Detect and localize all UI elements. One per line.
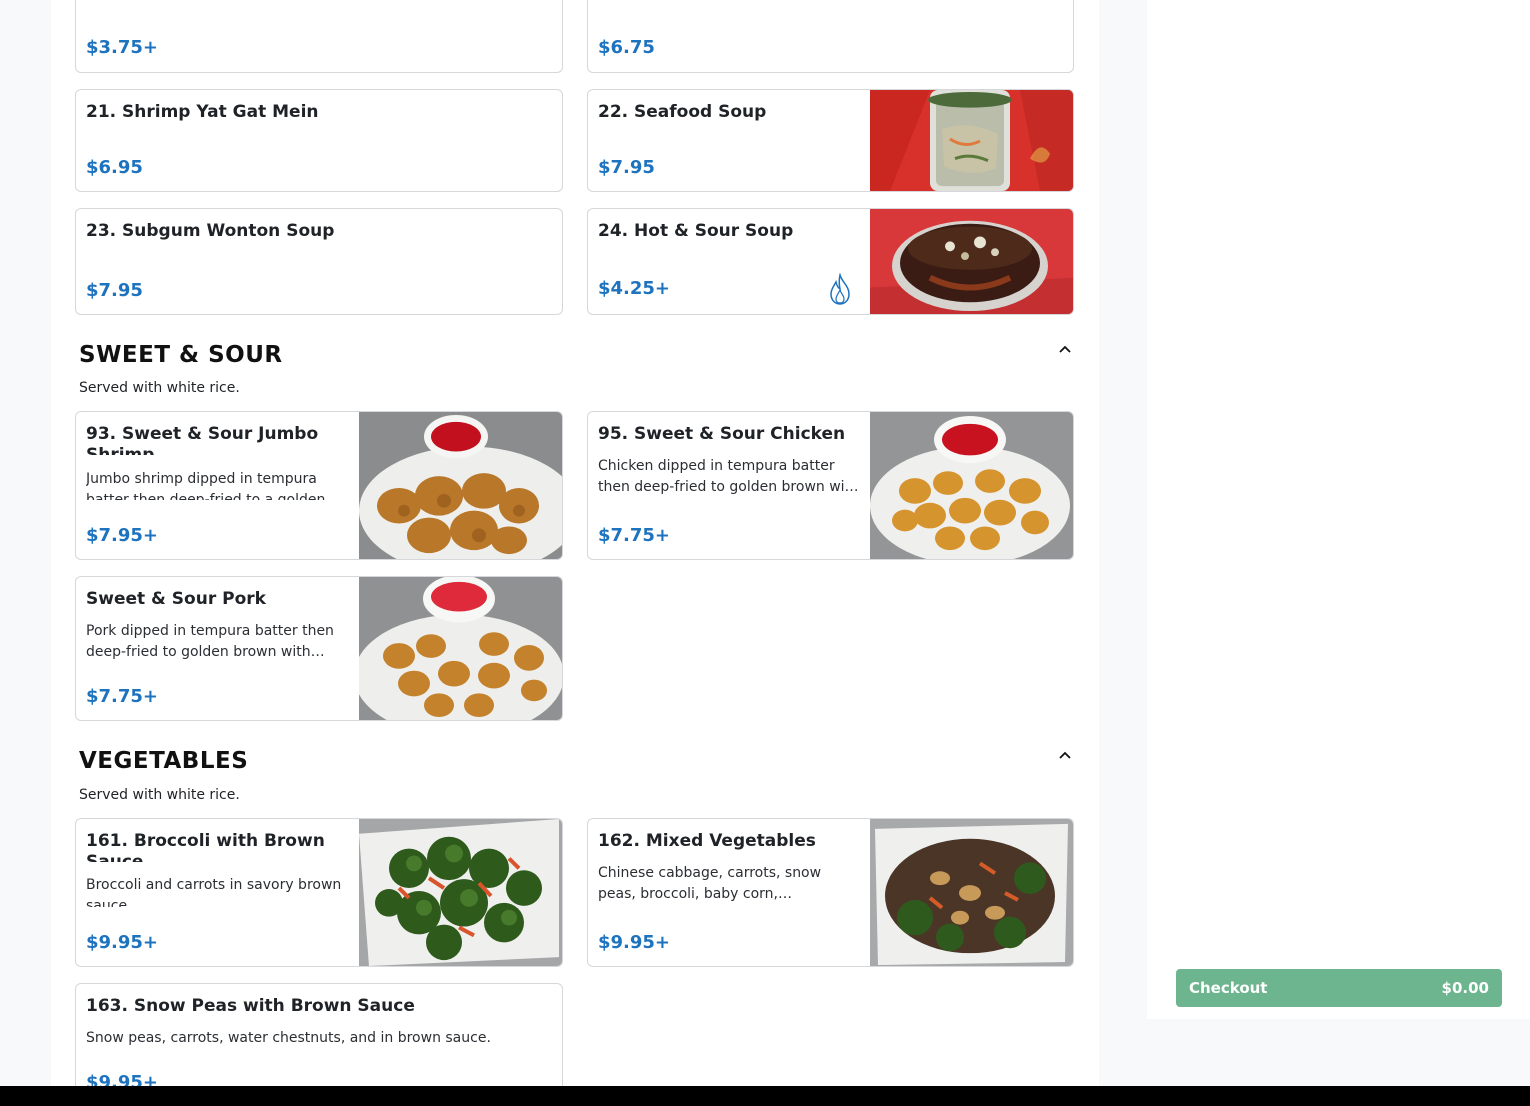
item-photo — [359, 577, 562, 720]
menu-item-card[interactable]: 21. Shrimp Yat Gat Mein $6.95 — [75, 89, 563, 192]
item-photo — [359, 819, 562, 966]
section-subtitle: Served with white rice. — [79, 787, 240, 803]
item-price: $7.95+ — [86, 525, 159, 546]
item-price: $7.95 — [86, 280, 143, 301]
section-title: SWEET & SOUR — [79, 342, 283, 368]
item-title: 22. Seafood Soup — [598, 102, 767, 122]
menu-item-card[interactable]: 22. Seafood Soup $7.95 — [587, 89, 1074, 192]
item-title: 93. Sweet & Sour Jumbo Shrimp — [86, 424, 319, 455]
item-price: $9.95+ — [86, 932, 159, 953]
item-price: $7.75+ — [598, 525, 671, 546]
menu-item-card[interactable]: 95. Sweet & Sour Chicken Chicken dipped … — [587, 411, 1074, 560]
item-price: $3.75+ — [86, 37, 159, 58]
item-description: Snow peas, carrots, water chestnuts, and… — [86, 1030, 491, 1046]
item-title: Sweet & Sour Pork — [86, 589, 266, 609]
item-price: $9.95+ — [598, 932, 671, 953]
item-price: $7.75+ — [86, 686, 159, 707]
menu-item-card[interactable]: $3.75+ — [75, 0, 563, 73]
menu-item-card[interactable]: 163. Snow Peas with Brown Sauce Snow pea… — [75, 983, 563, 1086]
menu-item-card[interactable]: 161. Broccoli with Brown Sauce Broccoli … — [75, 818, 563, 967]
checkout-button[interactable]: Checkout $0.00 — [1176, 969, 1502, 1007]
item-photo — [870, 412, 1073, 559]
item-description: Chicken dipped in tempura batter then de… — [598, 458, 859, 495]
item-photo — [870, 819, 1073, 966]
item-description: Pork dipped in tempura batter then deep-… — [86, 623, 334, 660]
item-price: $6.75 — [598, 37, 655, 58]
item-title: 95. Sweet & Sour Chicken — [598, 424, 846, 444]
section-title: VEGETABLES — [79, 748, 249, 774]
item-price: $6.95 — [86, 157, 143, 178]
menu-item-card[interactable]: Sweet & Sour Pork Pork dipped in tempura… — [75, 576, 563, 721]
item-description: Broccoli and carrots in savory brown sau… — [86, 877, 342, 907]
bottom-bar — [0, 1086, 1530, 1106]
item-price: $4.25+ — [598, 278, 671, 299]
cart-panel — [1147, 0, 1530, 1019]
section-subtitle: Served with white rice. — [79, 380, 240, 396]
item-title: 21. Shrimp Yat Gat Mein — [86, 102, 319, 122]
item-price: $7.95 — [598, 157, 655, 178]
item-title: 162. Mixed Vegetables — [598, 831, 816, 851]
menu-item-card[interactable]: 23. Subgum Wonton Soup $7.95 — [75, 208, 563, 315]
item-title: 161. Broccoli with Brown Sauce — [86, 831, 325, 862]
item-photo — [359, 412, 562, 559]
menu-column: $3.75+ $6.75 21. Shrimp Yat Gat Mein $6.… — [51, 0, 1099, 1086]
item-price: $9.95+ — [86, 1072, 159, 1086]
item-title: 24. Hot & Sour Soup — [598, 221, 794, 241]
flame-icon — [830, 273, 850, 305]
checkout-total: $0.00 — [1441, 979, 1489, 997]
menu-item-card[interactable]: 162. Mixed Vegetables Chinese cabbage, c… — [587, 818, 1074, 967]
item-photo — [870, 209, 1073, 314]
menu-item-card[interactable]: $6.75 — [587, 0, 1074, 73]
item-description: Chinese cabbage, carrots, snow peas, bro… — [598, 865, 822, 902]
item-description: Jumbo shrimp dipped in tempura batter th… — [86, 471, 326, 500]
menu-item-card[interactable]: 93. Sweet & Sour Jumbo Shrimp Jumbo shri… — [75, 411, 563, 560]
item-title: 163. Snow Peas with Brown Sauce — [86, 996, 415, 1016]
menu-item-card[interactable]: 24. Hot & Sour Soup $4.25+ — [587, 208, 1074, 315]
checkout-label: Checkout — [1189, 979, 1268, 997]
chevron-up-icon[interactable] — [1057, 341, 1073, 357]
item-title: 23. Subgum Wonton Soup — [86, 221, 335, 241]
item-photo — [870, 90, 1073, 191]
chevron-up-icon[interactable] — [1057, 747, 1073, 763]
